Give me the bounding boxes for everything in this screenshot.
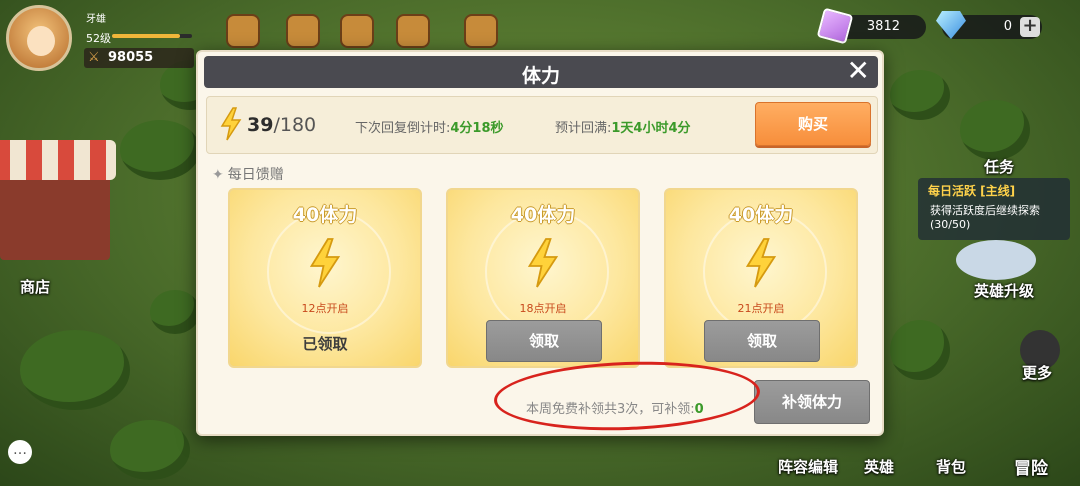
close-button[interactable]: ✕: [847, 56, 870, 86]
daily-gift-label: ✦ 每日馈赠: [212, 164, 284, 184]
tree: [120, 120, 200, 180]
level-progress-bar: [112, 34, 192, 38]
lightning-icon: [220, 107, 242, 141]
add-diamond-button[interactable]: +: [1020, 17, 1040, 37]
stamina-gift-card: 40体力 21点开启 领取: [664, 188, 858, 368]
claim-button[interactable]: 领取: [486, 320, 602, 362]
lightning-icon: [527, 238, 559, 288]
card-title: 40体力: [292, 204, 358, 226]
currency-purple-value: 3812: [866, 19, 900, 34]
claim-button[interactable]: 领取: [704, 320, 820, 362]
buy-button[interactable]: 购买: [755, 102, 871, 146]
card-open-time: 12点开启: [301, 302, 349, 315]
full-recover-label: 预计回满:: [555, 121, 612, 136]
quest-panel[interactable]: 每日活跃 [主线] 获得活跃度后继续探索 (30/50): [918, 178, 1070, 240]
stamina-gift-card: 40体力 18点开启 领取: [446, 188, 640, 368]
currency-purple: 3812: [816, 7, 926, 45]
crossed-swords-icon: ⚔: [88, 50, 100, 65]
chat-icon[interactable]: …: [8, 440, 32, 464]
shop-awning: [0, 140, 116, 180]
full-recover-value: 1天4小时4分: [611, 121, 691, 136]
next-recover-label: 下次回复倒计时:: [355, 121, 451, 136]
player-level: 52级: [86, 32, 111, 45]
next-recover: 下次回复倒计时:4分18秒: [355, 117, 504, 136]
stamina-max: /180: [273, 114, 317, 136]
diamond-icon: [936, 11, 966, 39]
event-icon[interactable]: [340, 14, 374, 48]
tree: [110, 420, 190, 480]
shop-building[interactable]: [0, 140, 116, 260]
hero-upgrade-label[interactable]: 英雄升级: [974, 280, 1034, 301]
tree: [890, 70, 950, 120]
combat-power-value: 98055: [108, 50, 154, 65]
hero-upgrade-statue[interactable]: [956, 240, 1036, 280]
combat-power: ⚔ 98055: [84, 48, 194, 68]
daily-gift-text: 每日馈赠: [227, 167, 284, 183]
next-recover-value: 4分18秒: [450, 121, 504, 136]
event-icon[interactable]: [226, 14, 260, 48]
card-open-time: 18点开启: [519, 302, 567, 315]
currency-diamond-value: 0: [1003, 19, 1012, 34]
dialog-title: 体力: [521, 65, 560, 87]
full-recover: 预计回满:1天4小时4分: [555, 117, 691, 136]
stamina-info-bar: 39/180 下次回复倒计时:4分18秒 预计回满:1天4小时4分 购买: [206, 96, 878, 154]
stamina-value: 39/180: [247, 114, 316, 136]
dialog-header: 体力 ✕: [204, 56, 878, 88]
sparkle-icon: ✦: [212, 167, 224, 183]
card-open-time: 21点开启: [737, 302, 785, 315]
formation-label[interactable]: 阵容编辑: [778, 456, 838, 477]
quest-description: 获得活跃度后继续探索 (30/50): [930, 204, 1040, 231]
tree: [20, 330, 130, 410]
stamina-current: 39: [247, 114, 274, 136]
player-name: 牙雄: [86, 14, 106, 25]
lightning-icon: [745, 238, 777, 288]
tree: [890, 320, 950, 380]
claimed-status: 已领取: [302, 335, 348, 353]
tree: [150, 290, 200, 334]
player-avatar[interactable]: [6, 5, 72, 71]
more-label[interactable]: 更多: [1022, 362, 1052, 383]
tree: [960, 100, 1030, 160]
event-icon[interactable]: [396, 14, 430, 48]
quest-title: 每日活跃 [主线]: [928, 184, 1016, 198]
bag-label[interactable]: 背包: [936, 456, 966, 477]
card-title: 40体力: [728, 204, 794, 226]
catch-up-stamina-button[interactable]: 补领体力: [754, 380, 870, 424]
quest-header[interactable]: 任务: [984, 156, 1014, 177]
lightning-icon: [309, 238, 341, 288]
event-icon[interactable]: [286, 14, 320, 48]
stamina-gift-card: 40体力 12点开启 已领取: [228, 188, 422, 368]
adventure-label[interactable]: 冒险: [1014, 454, 1048, 479]
shop-label[interactable]: 商店: [20, 276, 50, 297]
event-icon[interactable]: [464, 14, 498, 48]
currency-diamond: 0 +: [936, 11, 1042, 39]
purple-crystal-icon: [816, 7, 854, 45]
card-title: 40体力: [510, 204, 576, 226]
hero-label[interactable]: 英雄: [864, 456, 894, 477]
